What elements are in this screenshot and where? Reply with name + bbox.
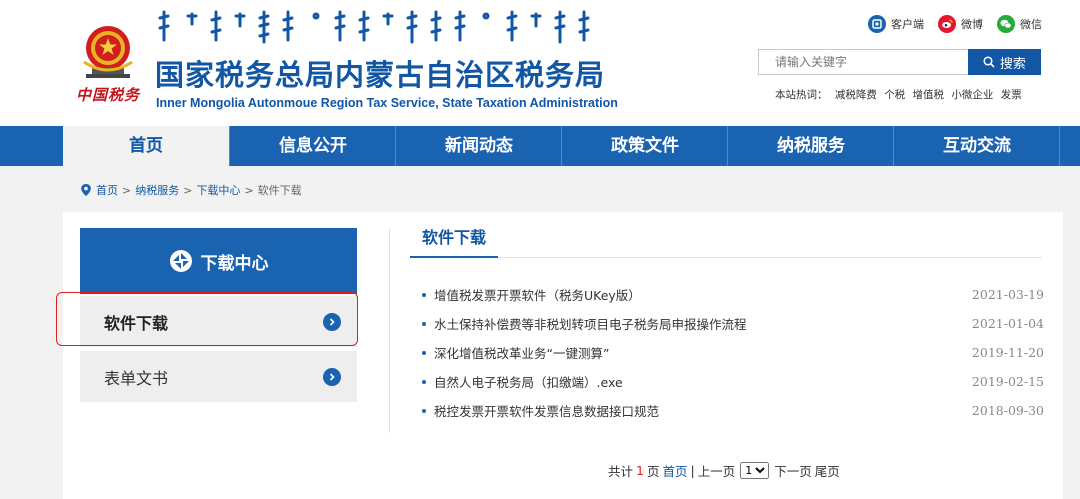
pagination: 共计 1 页 首页 | 上一页 1 下一页 尾页: [608, 461, 840, 480]
weibo-label: 微博: [961, 18, 983, 31]
nav-item-home[interactable]: 首页: [63, 126, 229, 166]
hot-words: 本站热词： 减税降费 个税 增值税 小微企业 发票: [775, 87, 1022, 102]
sidebar-item-label: 表单文书: [104, 368, 169, 388]
wechat-link[interactable]: 微信: [997, 15, 1042, 33]
list-item: 深化增值税改革业务“一键测算” 2019-11-20: [422, 338, 1044, 367]
tax-calligraphy-logo: 中国税务: [76, 86, 141, 104]
nav-item-news[interactable]: 新闻动态: [395, 126, 562, 166]
site-title: 国家税务总局内蒙古自治区税务局: [155, 58, 606, 92]
pagination-first[interactable]: 首页: [662, 461, 687, 480]
national-emblem-icon: [83, 26, 133, 78]
pagination-total-prefix: 共计: [608, 464, 634, 479]
breadcrumb-download-center[interactable]: 下载中心: [196, 182, 240, 198]
list-item-date: 2021-01-04: [971, 316, 1044, 331]
nav-item-info[interactable]: 信息公开: [229, 126, 396, 166]
top-links: 客户端 微博 微信: [868, 15, 1042, 33]
chevron-right-icon: [323, 367, 341, 386]
weibo-link[interactable]: 微博: [938, 15, 983, 33]
section-accent-bar: [410, 256, 498, 258]
client-icon: [868, 15, 886, 33]
pagination-last[interactable]: 尾页: [815, 461, 840, 480]
list-item-date: 2018-09-30: [971, 403, 1044, 418]
pagination-total-pages: 1: [636, 463, 644, 478]
nav-item-more: [1059, 126, 1080, 166]
breadcrumb-separator: >: [183, 183, 193, 197]
sidebar-item-forms[interactable]: 表单文书: [80, 351, 357, 402]
download-list: 增值税发票开票软件（税务UKey版） 2021-03-19 水土保持补偿费等非税…: [422, 280, 1044, 425]
breadcrumb-tax-service[interactable]: 纳税服务: [135, 182, 179, 198]
list-item-link[interactable]: 深化增值税改革业务“一键测算”: [434, 343, 609, 362]
pagination-next[interactable]: 下一页: [774, 461, 812, 480]
list-item-date: 2019-11-20: [971, 345, 1044, 360]
wechat-icon: [997, 15, 1015, 33]
bullet-dot: [422, 292, 426, 297]
pagination-separator: |: [690, 463, 695, 478]
list-item-link[interactable]: 税控发票开票软件发票信息数据接口规范: [434, 401, 659, 420]
download-center-icon: [169, 250, 192, 272]
pagination-total-suffix: 页: [646, 464, 660, 479]
chevron-right-icon: [323, 312, 341, 331]
search-button-label: 搜索: [999, 56, 1026, 72]
hot-word-link[interactable]: 发票: [1001, 89, 1022, 101]
site-header: 中国税务 国家税务总局内蒙古自治区税务局 Inner Mongolia Auto…: [0, 0, 1080, 126]
search-button[interactable]: 搜索: [967, 49, 1041, 75]
search-input[interactable]: [758, 49, 968, 75]
location-pin-icon: [81, 184, 91, 196]
search-icon: [983, 56, 995, 68]
nav-item-interaction[interactable]: 互动交流: [893, 126, 1060, 166]
list-item-link[interactable]: 自然人电子税务局（扣缴端）.exe: [434, 372, 623, 391]
client-label: 客户端: [891, 18, 924, 31]
list-item-date: 2019-02-15: [971, 374, 1044, 389]
sidebar-item-software-download[interactable]: 软件下载: [80, 296, 357, 347]
search-box: 搜索: [758, 49, 1041, 75]
section-underline: [410, 257, 1042, 258]
bullet-dot: [422, 350, 426, 355]
pagination-prev[interactable]: 上一页: [698, 461, 736, 480]
mongolian-script-title: [158, 10, 590, 44]
breadcrumb: 首页 > 纳税服务 > 下载中心 > 软件下载: [80, 182, 302, 198]
content-divider: [389, 228, 390, 433]
bullet-dot: [422, 321, 426, 326]
hot-words-label: 本站热词：: [775, 89, 828, 101]
nav-item-tax-service[interactable]: 纳税服务: [727, 126, 894, 166]
bullet-dot: [422, 379, 426, 384]
list-item: 自然人电子税务局（扣缴端）.exe 2019-02-15: [422, 367, 1044, 396]
list-item: 水土保持补偿费等非税划转项目电子税务局申报操作流程 2021-01-04: [422, 309, 1044, 338]
hot-word-link[interactable]: 个税: [884, 89, 905, 101]
main-nav: 首页 信息公开 新闻动态 政策文件 纳税服务 互动交流: [0, 126, 1080, 166]
sidebar-item-label: 软件下载: [104, 313, 169, 333]
breadcrumb-home[interactable]: 首页: [96, 182, 118, 198]
list-item-date: 2021-03-19: [971, 287, 1044, 302]
list-item: 税控发票开票软件发票信息数据接口规范 2018-09-30: [422, 396, 1044, 425]
breadcrumb-separator: >: [244, 183, 254, 197]
bullet-dot: [422, 408, 426, 413]
sidebar-header: 下载中心: [80, 228, 357, 294]
list-item: 增值税发票开票软件（税务UKey版） 2021-03-19: [422, 280, 1044, 309]
hot-word-link[interactable]: 小微企业: [951, 89, 993, 101]
breadcrumb-separator: >: [122, 183, 132, 197]
breadcrumb-current: 软件下载: [257, 184, 302, 197]
list-item-link[interactable]: 增值税发票开票软件（税务UKey版）: [434, 285, 641, 304]
hot-word-link[interactable]: 增值税: [913, 89, 945, 101]
list-item-link[interactable]: 水土保持补偿费等非税划转项目电子税务局申报操作流程: [434, 314, 747, 333]
page-select[interactable]: 1: [740, 462, 770, 479]
wechat-label: 微信: [1020, 18, 1042, 31]
section-title: 软件下载: [422, 228, 487, 247]
site-subtitle: Inner Mongolia Autonmoue Region Tax Serv…: [156, 96, 618, 110]
sidebar-title: 下载中心: [200, 253, 269, 274]
hot-word-link[interactable]: 减税降费: [835, 89, 877, 101]
client-link[interactable]: 客户端: [868, 15, 924, 33]
weibo-icon: [938, 15, 956, 33]
nav-item-policy[interactable]: 政策文件: [561, 126, 728, 166]
